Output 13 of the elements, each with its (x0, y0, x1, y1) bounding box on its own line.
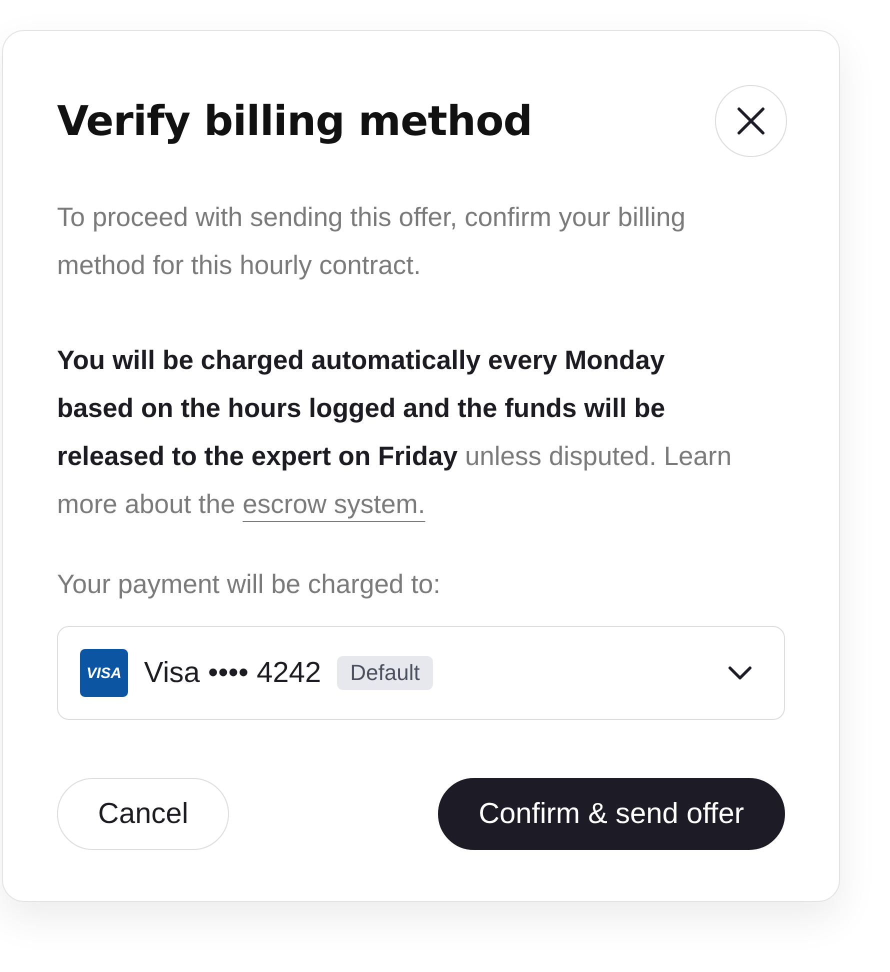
card-label: Visa •••• 4242 (144, 656, 322, 690)
intro-text: To proceed with sending this offer, confirm your billing method for this hourly contract. (57, 201, 686, 282)
payment-method-select[interactable]: VISA Visa •••• 4242 Default (57, 626, 785, 720)
chevron-down-icon (728, 666, 752, 680)
close-icon (736, 106, 766, 136)
default-badge: Default (337, 656, 433, 690)
confirm-button[interactable]: Confirm & send offer (438, 778, 785, 850)
dialog-title: Verify billing method (57, 97, 532, 145)
escrow-link[interactable]: escrow system. (242, 489, 426, 519)
card-logo: VISA (80, 649, 128, 697)
cancel-button[interactable]: Cancel (57, 778, 230, 850)
billing-notice: You will be charged automatically every Monday based on the hours logged and the funds will be released to the expert on Friday unless disputed. Learn more about the escrow system. (57, 344, 733, 521)
payment-label: Your payment will be charged to: (57, 568, 442, 601)
